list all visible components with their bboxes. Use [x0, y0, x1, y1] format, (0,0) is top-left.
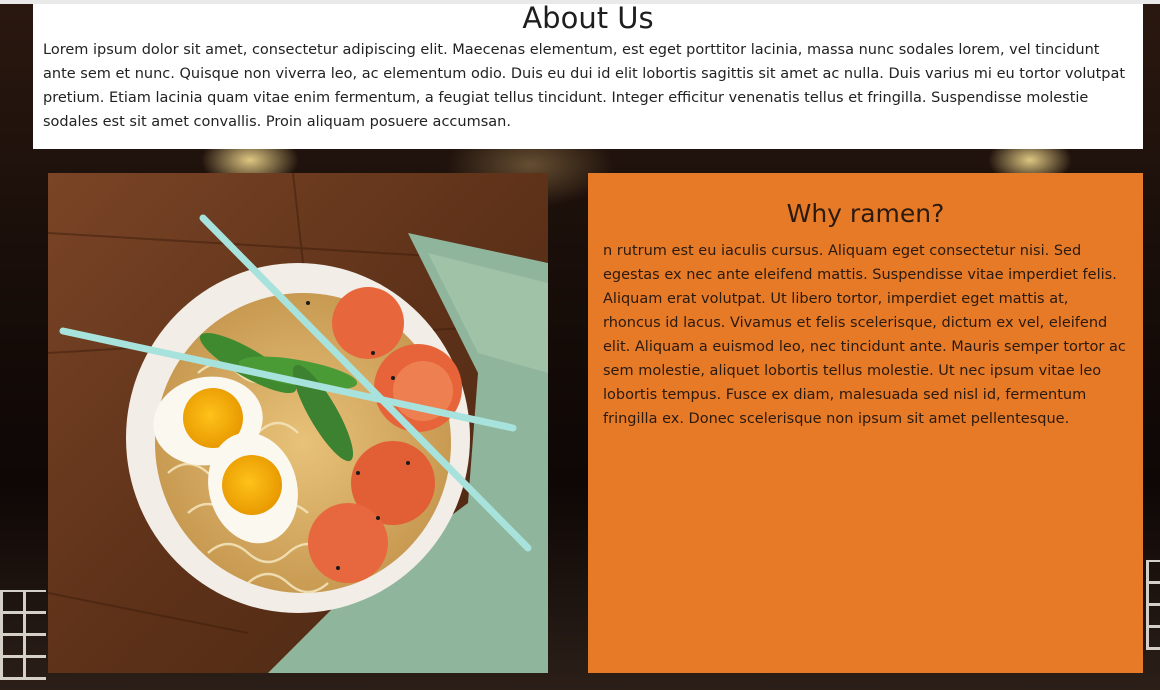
window-lattice-left: [0, 590, 46, 680]
window-lattice-right: [1146, 560, 1160, 650]
ramen-photo: [48, 173, 548, 673]
why-ramen-text: n rutrum est eu iaculis cursus. Aliquam …: [603, 243, 1126, 427]
why-ramen-title: Why ramen?: [786, 199, 945, 228]
about-title: About Us: [522, 1, 654, 35]
about-text: Lorem ipsum dolor sit amet, consectetur …: [43, 42, 1126, 130]
why-ramen-panel: Why ramen? n rutrum est eu iaculis cursu…: [588, 173, 1143, 673]
ramen-bowl-image: [48, 173, 548, 673]
about-section: About Us Lorem ipsum dolor sit amet, con…: [33, 4, 1143, 149]
